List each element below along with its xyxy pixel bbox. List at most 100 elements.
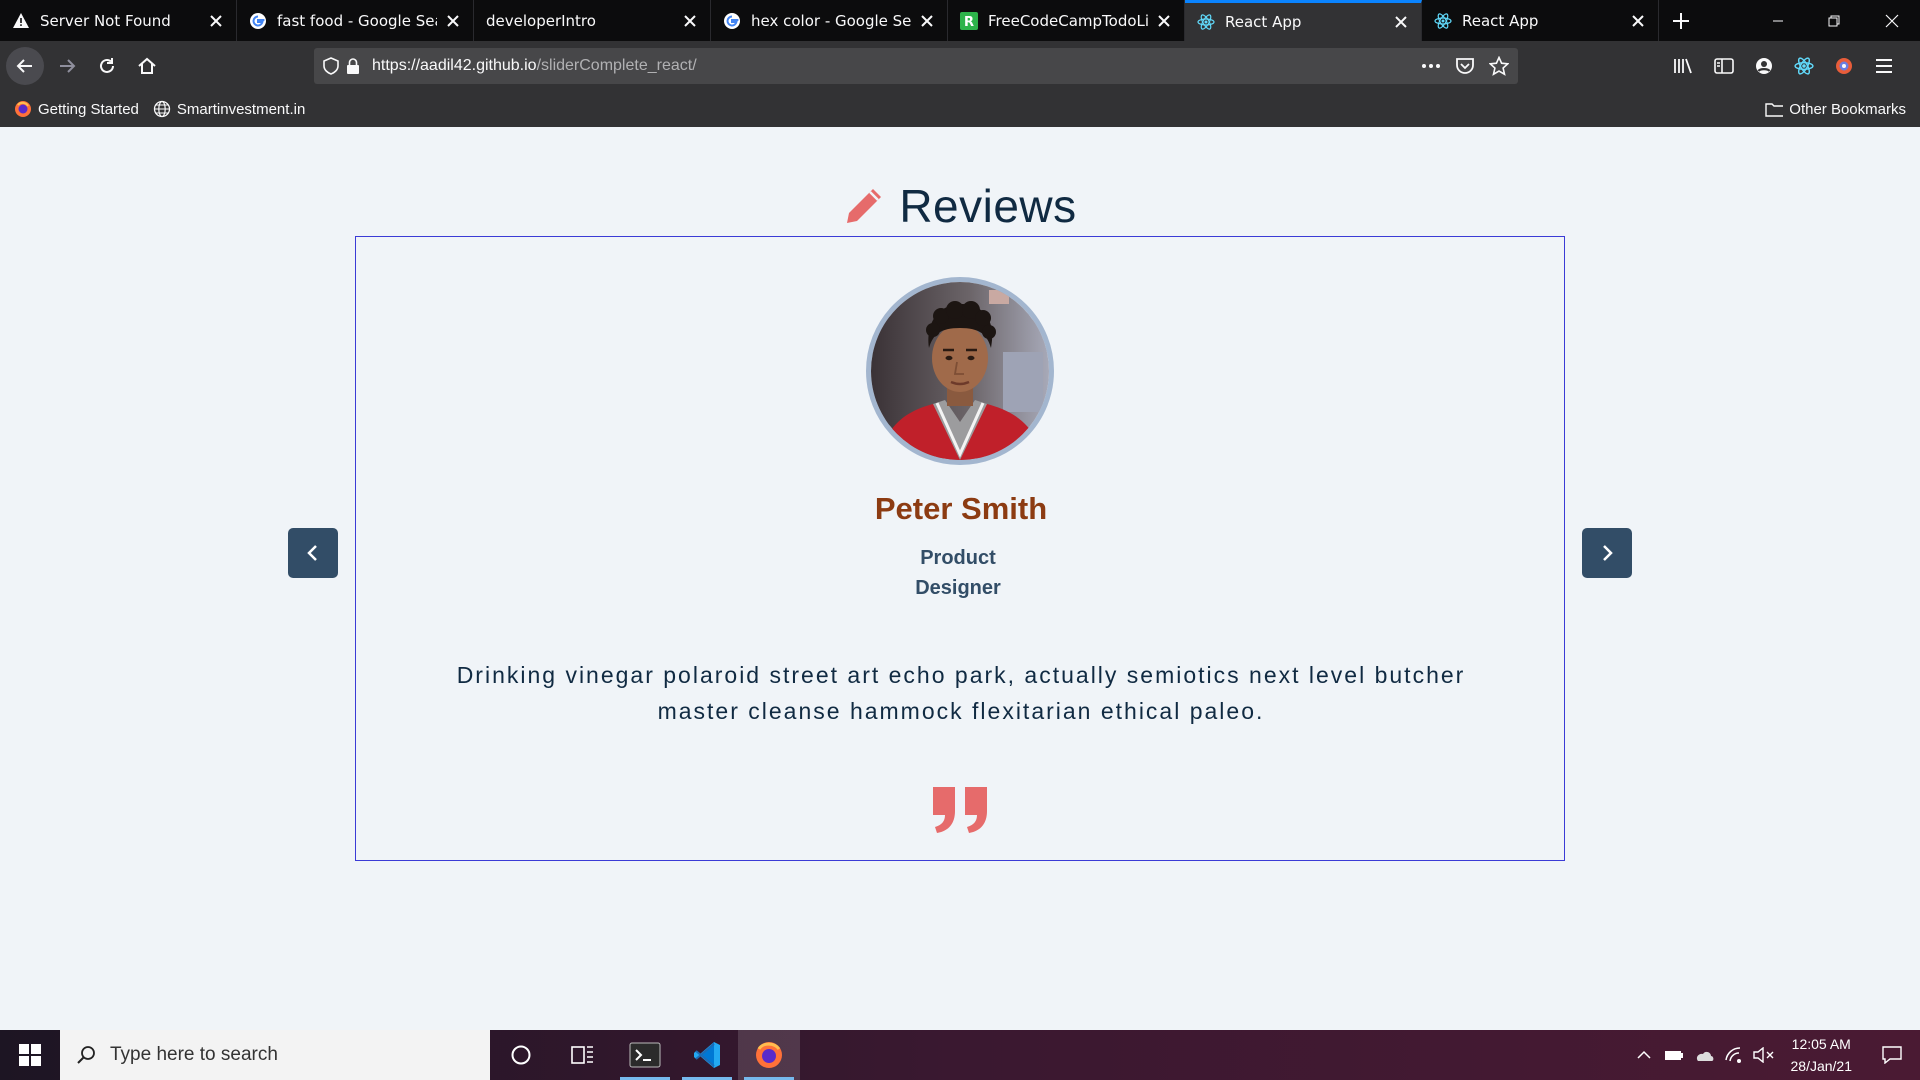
- tab-title: developerIntro: [486, 11, 596, 30]
- react-icon: [1197, 13, 1215, 31]
- volume-muted-icon[interactable]: [1749, 1030, 1779, 1080]
- arrow-left-icon: [16, 59, 32, 73]
- tab-title: React App: [1462, 11, 1539, 30]
- firefox-icon: [14, 100, 32, 118]
- page-actions-icon[interactable]: [1420, 55, 1442, 77]
- tab-title: hex color - Google Search: [751, 11, 911, 30]
- google-icon: [723, 12, 741, 30]
- bookmark-label: Smartinvestment.in: [176, 100, 306, 118]
- bookmark-label: Getting Started: [38, 100, 139, 118]
- review-text: Drinking vinegar polaroid street art ech…: [456, 662, 1466, 724]
- url-text[interactable]: https://aadil42.github.io/sliderComplete…: [372, 57, 697, 75]
- tracking-protection-shield-icon[interactable]: [320, 55, 342, 77]
- job-line-2: Designer: [915, 577, 1001, 599]
- review-card: Peter Smith Product Designer Drinking vi…: [355, 236, 1565, 861]
- job-line-1: Product: [920, 547, 996, 569]
- other-bookmarks-label: Other Bookmarks: [1789, 100, 1906, 118]
- close-tab-icon[interactable]: [680, 11, 700, 31]
- wifi-icon[interactable]: [1719, 1030, 1749, 1080]
- tab-title: React App: [1225, 13, 1302, 31]
- search-placeholder: Type here to search: [110, 1044, 278, 1065]
- previous-review-button[interactable]: [288, 528, 338, 578]
- minimize-button[interactable]: [1750, 0, 1806, 41]
- close-tab-icon[interactable]: [443, 11, 463, 31]
- close-tab-icon[interactable]: [206, 11, 226, 31]
- next-review-button[interactable]: [1582, 528, 1632, 578]
- account-icon[interactable]: [1744, 46, 1784, 86]
- vscode-app[interactable]: [676, 1030, 738, 1080]
- extension-icon[interactable]: [1824, 46, 1864, 86]
- terminal-icon: [629, 1042, 661, 1068]
- arrow-right-icon: [60, 59, 76, 73]
- tab-react-app[interactable]: React App: [1422, 0, 1659, 41]
- address-bar[interactable]: https://aadil42.github.io/sliderComplete…: [314, 48, 1518, 84]
- close-tab-icon[interactable]: [1391, 12, 1411, 32]
- close-tab-icon[interactable]: [1154, 11, 1174, 31]
- bookmark-getting-started[interactable]: Getting Started: [14, 100, 139, 118]
- forward-button[interactable]: [48, 47, 86, 85]
- start-button[interactable]: [0, 1030, 60, 1080]
- react-devtools-icon[interactable]: [1784, 46, 1824, 86]
- task-view-button[interactable]: [552, 1030, 614, 1080]
- restore-button[interactable]: [1806, 0, 1862, 41]
- back-button[interactable]: [6, 47, 44, 85]
- tab-freecodecamp-todolist[interactable]: R FreeCodeCampTodoList: [948, 0, 1185, 41]
- tab-fast-food-search[interactable]: fast food - Google Search: [237, 0, 474, 41]
- new-tab-button[interactable]: [1659, 0, 1703, 41]
- reload-icon: [100, 58, 114, 73]
- reviewer-job: Product Designer: [908, 543, 1008, 603]
- globe-icon: [153, 100, 171, 118]
- quote-icon: [933, 787, 987, 833]
- terminal-app[interactable]: [614, 1030, 676, 1080]
- tab-title: Server Not Found: [40, 11, 171, 30]
- chevron-left-icon: [307, 545, 317, 561]
- close-window-button[interactable]: [1864, 0, 1920, 41]
- clock-time: 12:05 AM: [1791, 1036, 1851, 1052]
- bookmark-smartinvestment[interactable]: Smartinvestment.in: [153, 100, 305, 118]
- bookmarks-toolbar: Getting Started Smartinvestment.in Other…: [0, 91, 1920, 127]
- page-title: Reviews: [899, 180, 1077, 232]
- url-path: /sliderComplete_react/: [536, 57, 697, 74]
- windows-logo-icon: [19, 1044, 41, 1066]
- firefox-icon: [756, 1042, 782, 1068]
- cortana-button[interactable]: [490, 1030, 552, 1080]
- tab-server-not-found[interactable]: Server Not Found: [0, 0, 237, 41]
- pocket-icon[interactable]: [1454, 55, 1476, 77]
- navigation-toolbar: https://aadil42.github.io/sliderComplete…: [0, 41, 1920, 91]
- toolbar-right-icons: [1664, 41, 1904, 91]
- pencil-icon: [847, 189, 882, 223]
- onedrive-icon[interactable]: [1689, 1030, 1719, 1080]
- page-content: Reviews Peter Smith Product Designer Dri…: [0, 127, 1920, 1030]
- close-tab-icon[interactable]: [1628, 11, 1648, 31]
- vscode-icon: [694, 1042, 720, 1068]
- notification-icon: [1882, 1046, 1902, 1064]
- url-host: https://aadil42.github.io: [372, 57, 537, 74]
- task-view-icon: [571, 1046, 593, 1064]
- sidebar-icon[interactable]: [1704, 46, 1744, 86]
- other-bookmarks[interactable]: Other Bookmarks: [1765, 100, 1906, 118]
- clock-date: 28/Jan/21: [1790, 1058, 1853, 1074]
- tab-developer-intro[interactable]: developerIntro: [474, 0, 711, 41]
- show-hidden-icons-button[interactable]: [1629, 1030, 1659, 1080]
- library-icon[interactable]: [1664, 46, 1704, 86]
- taskbar-clock[interactable]: 12:05 AM 28/Jan/21: [1791, 1033, 1853, 1077]
- taskbar-search-box[interactable]: Type here to search: [60, 1030, 490, 1080]
- warning-icon: [12, 12, 30, 30]
- home-icon: [138, 57, 156, 74]
- action-center-button[interactable]: [1864, 1030, 1920, 1080]
- tab-title: FreeCodeCampTodoList: [988, 11, 1148, 30]
- battery-icon[interactable]: [1659, 1030, 1689, 1080]
- firefox-app[interactable]: [738, 1030, 800, 1080]
- close-tab-icon[interactable]: [917, 11, 937, 31]
- tab-strip: Server Not Found fast food - Google Sear…: [0, 0, 1920, 41]
- tab-react-app-active[interactable]: React App: [1185, 0, 1422, 41]
- home-button[interactable]: [128, 47, 166, 85]
- reload-button[interactable]: [88, 47, 126, 85]
- reviews-heading: Reviews: [0, 179, 1920, 233]
- lock-icon[interactable]: [342, 55, 364, 77]
- replit-icon: R: [960, 11, 978, 30]
- hamburger-menu-icon[interactable]: [1864, 46, 1904, 86]
- tab-hex-color-search[interactable]: hex color - Google Search: [711, 0, 948, 41]
- folder-icon: [1765, 100, 1784, 118]
- bookmark-star-icon[interactable]: [1488, 55, 1510, 77]
